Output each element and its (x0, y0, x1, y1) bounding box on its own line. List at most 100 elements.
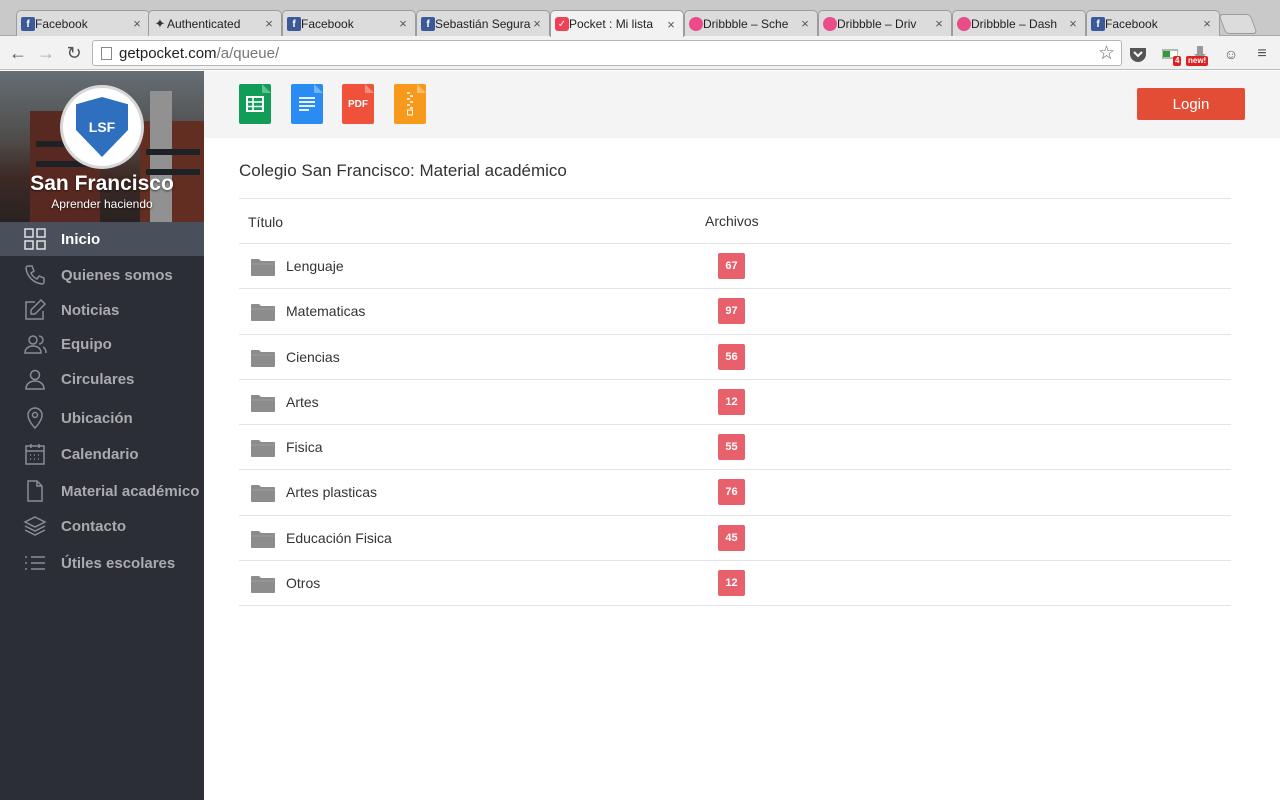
close-tab-icon[interactable]: × (531, 16, 543, 31)
reload-icon[interactable]: ↻ (62, 41, 86, 65)
folder-name[interactable]: Otros (286, 575, 320, 591)
table-header: Título Archivos (239, 198, 1231, 244)
close-tab-icon[interactable]: × (263, 16, 275, 31)
bookmark-star-icon[interactable]: ☆ (1098, 42, 1115, 65)
folder-name[interactable]: Artes plasticas (286, 484, 377, 500)
forward-arrow-icon[interactable]: → (34, 41, 58, 65)
facebook-icon: f (287, 17, 301, 31)
close-tab-icon[interactable]: × (665, 17, 677, 32)
sidebar-item-contacto[interactable]: Contacto (0, 509, 204, 543)
facebook-icon: f (421, 17, 435, 31)
school-motto: Aprender haciendo (51, 197, 153, 211)
download-extension-icon[interactable]: new! (1186, 44, 1210, 66)
browser-tab[interactable]: f Sebastián Segura × (416, 10, 550, 36)
folder-name[interactable]: Lenguaje (286, 258, 344, 274)
browser-tab[interactable]: ✦ Authenticated × (148, 10, 282, 36)
column-files-header: Archivos (705, 213, 759, 229)
folder-icon (251, 394, 275, 412)
menu-icon[interactable]: ≡ (1252, 44, 1272, 64)
dribbble-icon (957, 17, 971, 31)
table-row[interactable]: Artes plasticas 76 (239, 470, 1231, 516)
pdf-label: PDF (348, 98, 368, 110)
sidebar-item-quienes-somos[interactable]: Quienes somos (0, 258, 204, 292)
table-row[interactable]: Artes 12 (239, 380, 1231, 426)
facebook-icon: f (21, 17, 35, 31)
pocket-icon: ✓ (555, 17, 569, 31)
dribbble-icon (689, 17, 703, 31)
table-row[interactable]: Matematicas 97 (239, 289, 1231, 335)
tab-title: Sebastián Segura (435, 16, 531, 31)
sidebar-item-label: Útiles escolares (61, 554, 176, 572)
sidebar-item-circulares[interactable]: Circulares (0, 362, 204, 396)
file-count-badge: 12 (718, 570, 745, 597)
folder-name[interactable]: Ciencias (286, 349, 340, 365)
close-tab-icon[interactable]: × (397, 16, 409, 31)
close-tab-icon[interactable]: × (1067, 16, 1079, 31)
table-row[interactable]: Educación Fisica 45 (239, 516, 1231, 562)
file-count-badge: 76 (718, 479, 745, 506)
sidebar-item-calendario[interactable]: Calendario (0, 437, 204, 471)
document-file-icon[interactable] (291, 84, 323, 124)
browser-tab[interactable]: Dribbble – Driv × (818, 10, 952, 36)
browser-tab-active[interactable]: ✓ Pocket : Mi lista × (550, 10, 684, 37)
extension-new-badge: new! (1186, 56, 1209, 66)
sidebar-item-label: Calendario (61, 445, 139, 463)
sidebar-item-utiles-escolares[interactable]: Útiles escolares (0, 546, 204, 580)
grid-icon (23, 227, 47, 251)
close-tab-icon[interactable]: × (933, 16, 945, 31)
sidebar-item-inicio[interactable]: Inicio (0, 222, 204, 256)
sidebar-item-equipo[interactable]: Equipo (0, 327, 204, 361)
new-tab-button[interactable] (1218, 14, 1258, 34)
sidebar-item-material-academico[interactable]: Material académico (0, 474, 204, 508)
folder-name[interactable]: Matematicas (286, 303, 365, 319)
logo-text: LSF (88, 119, 116, 135)
browser-tab[interactable]: f Facebook × (1086, 10, 1220, 36)
folder-icon (251, 304, 275, 322)
browser-tab[interactable]: Dribbble – Sche × (684, 10, 818, 36)
shield-icon: LSF (76, 97, 128, 157)
ghost-extension-icon[interactable]: ☺ (1221, 44, 1241, 64)
folder-name[interactable]: Educación Fisica (286, 530, 392, 546)
spreadsheet-file-icon[interactable] (239, 84, 271, 124)
browser-toolbar: ← → ↻ getpocket.com/a/queue/ ☆ 4 new! ☺ … (0, 36, 1280, 70)
edit-icon (23, 298, 47, 322)
login-button[interactable]: Login (1137, 88, 1245, 120)
folder-name[interactable]: Artes (286, 394, 319, 410)
archive-file-icon[interactable] (394, 84, 426, 124)
tab-title: Facebook (35, 16, 88, 31)
browser-tab[interactable]: Dribbble – Dash × (952, 10, 1086, 36)
sidebar-item-ubicacion[interactable]: Ubicación (0, 401, 204, 435)
address-bar[interactable]: getpocket.com/a/queue/ ☆ (92, 40, 1122, 66)
browser-tab[interactable]: f Facebook × (16, 10, 150, 36)
school-name: San Francisco (30, 172, 174, 195)
close-tab-icon[interactable]: × (131, 16, 143, 31)
pocket-extension-icon[interactable] (1128, 44, 1148, 64)
sidebar-item-label: Inicio (61, 230, 101, 248)
sidebar-item-noticias[interactable]: Noticias (0, 293, 204, 327)
browser-tab[interactable]: f Facebook × (282, 10, 416, 36)
table-row[interactable]: Lenguaje 67 (239, 244, 1231, 290)
team-icon (23, 332, 47, 356)
files-table: Título Archivos Lenguaje 67 Matematicas 97 C… (239, 198, 1231, 607)
tab-title: Facebook (1105, 16, 1158, 31)
close-tab-icon[interactable]: × (1201, 16, 1213, 31)
file-count-badge: 45 (718, 524, 745, 551)
file-count-badge: 97 (718, 298, 745, 325)
close-tab-icon[interactable]: × (799, 16, 811, 31)
pdf-file-icon[interactable]: PDF (342, 84, 374, 124)
url-path: /a/queue/ (216, 44, 280, 62)
tab-title: Dribbble – Dash (971, 16, 1058, 31)
table-row[interactable]: Ciencias 56 (239, 335, 1231, 380)
layers-icon (23, 514, 47, 538)
file-count-badge: 56 (718, 343, 745, 370)
browser-tab-strip: f Facebook × ✦ Authenticated × f Faceboo… (0, 0, 1280, 37)
file-count-badge: 55 (718, 434, 745, 461)
back-arrow-icon[interactable]: ← (6, 41, 30, 65)
sidebar-item-label: Noticias (61, 301, 120, 319)
folder-name[interactable]: Fisica (286, 439, 323, 455)
table-row[interactable]: Fisica 55 (239, 425, 1231, 471)
tab-title: Facebook (301, 16, 354, 31)
extension-icon[interactable]: 4 (1160, 44, 1182, 66)
school-logo[interactable]: LSF (60, 85, 144, 169)
table-row[interactable]: Otros 12 (239, 561, 1231, 607)
